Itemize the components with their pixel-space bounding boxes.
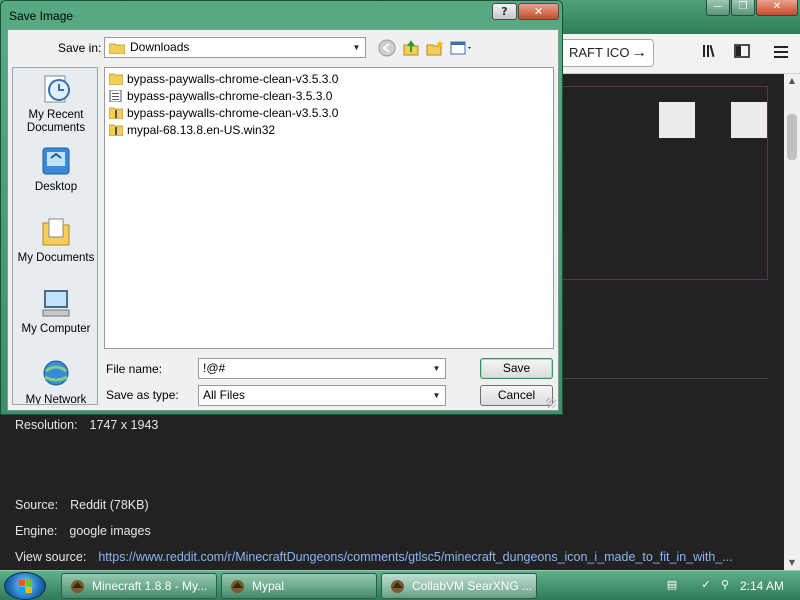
view-source-link[interactable]: https://www.reddit.com/r/MinecraftDungeo… <box>98 550 732 564</box>
file-name-value: !@# <box>203 361 226 375</box>
preview-block <box>731 102 767 138</box>
place-label: Desktop <box>34 181 78 193</box>
my-network-icon <box>43 360 69 386</box>
save-in-label: Save in: <box>58 41 102 55</box>
list-item[interactable]: mypal-68.13.8.en-US.win32 <box>109 122 275 138</box>
preview-block <box>659 102 695 138</box>
resolution-row: Resolution: 1747 x 1943 <box>15 418 158 432</box>
browser-close-button[interactable]: ✕ <box>756 0 798 16</box>
my-computer-icon <box>42 290 70 317</box>
file-name: mypal-68.13.8.en-US.win32 <box>127 123 276 137</box>
file-name-field[interactable]: !@# ▼ <box>198 358 446 379</box>
save-as-type-dropdown[interactable]: All Files ▼ <box>198 385 446 406</box>
library-icon[interactable] <box>699 42 721 64</box>
dialog-close-button[interactable]: ✕ <box>518 3 559 20</box>
file-name: bypass-paywalls-chrome-clean-v3.5.3.0 <box>127 106 339 120</box>
engine-label: Engine: <box>15 524 58 538</box>
scroll-down-icon[interactable]: ▼ <box>784 556 800 570</box>
engine-value: google images <box>69 524 151 538</box>
minimize-button[interactable]: — <box>706 0 730 16</box>
help-button[interactable]: ? <box>492 3 517 20</box>
list-item[interactable]: bypass-paywalls-chrome-clean-v3.5.3.0 <box>109 71 338 87</box>
scroll-up-icon[interactable]: ▲ <box>784 74 800 88</box>
chevron-down-icon[interactable]: ▼ <box>348 38 365 57</box>
browser-app-icon <box>231 580 244 593</box>
place-label: My Documents <box>17 252 95 264</box>
view-source-label: View source: <box>15 550 87 564</box>
maximize-button[interactable]: ❐ <box>731 0 755 16</box>
taskbar-item-collabvm[interactable]: CollabVM SearXNG ... <box>381 573 537 599</box>
zip-icon <box>109 107 123 119</box>
sidebar-icon[interactable] <box>731 42 753 64</box>
network-tray-icon[interactable]: ✓ <box>700 579 712 591</box>
desktop-icon <box>42 147 70 175</box>
task-label: CollabVM SearXNG ... <box>412 579 533 593</box>
places-bar: My Recent Documents Desktop My Documents… <box>12 67 98 405</box>
list-item[interactable]: bypass-paywalls-chrome-clean-v3.5.3.0 <box>109 105 338 121</box>
chevron-down-icon[interactable]: ▼ <box>428 359 445 378</box>
url-bar[interactable]: RAFT ICO → <box>560 39 654 67</box>
task-label: Mypal <box>252 579 285 593</box>
place-my-documents[interactable]: My Documents <box>13 215 97 265</box>
save-as-type-label: Save as type: <box>106 388 179 402</box>
engine-row: Engine: google images <box>15 524 151 538</box>
list-item[interactable]: bypass-paywalls-chrome-clean-3.5.3.0 <box>109 88 332 104</box>
cancel-button[interactable]: Cancel <box>480 385 553 406</box>
source-value: Reddit (78KB) <box>70 498 149 512</box>
place-label: My Computer <box>21 323 91 335</box>
search-tray-icon[interactable]: ⚲ <box>719 579 731 591</box>
file-name: bypass-paywalls-chrome-clean-3.5.3.0 <box>127 89 333 103</box>
recent-documents-icon <box>44 75 70 103</box>
place-recent-documents[interactable]: My Recent Documents <box>13 72 97 135</box>
my-documents-icon <box>42 218 70 246</box>
page-scrollbar[interactable]: ▲ ▼ <box>784 74 800 570</box>
resize-grip[interactable] <box>546 398 556 408</box>
dialog-body: Save in: Downloads ▼ My Recent Documents… <box>7 29 559 411</box>
folder-icon <box>109 73 123 85</box>
browser-app-icon <box>391 580 404 593</box>
save-in-value: Downloads <box>130 40 190 54</box>
start-button[interactable] <box>4 572 46 600</box>
place-label: My Recent Documents <box>26 109 86 134</box>
view-menu-icon[interactable] <box>450 39 474 57</box>
divider <box>562 378 768 379</box>
place-my-computer[interactable]: My Computer <box>13 286 97 336</box>
place-my-network[interactable]: My Network <box>13 357 97 405</box>
zip-icon <box>109 124 123 136</box>
save-button[interactable]: Save <box>480 358 553 379</box>
resolution-label: Resolution: <box>15 418 78 432</box>
url-text: RAFT ICO <box>569 45 630 60</box>
go-arrow-icon[interactable]: → <box>631 40 647 66</box>
place-desktop[interactable]: Desktop <box>13 144 97 194</box>
file-list[interactable]: bypass-paywalls-chrome-clean-v3.5.3.0 by… <box>104 67 554 349</box>
new-folder-icon[interactable] <box>426 39 444 57</box>
place-label: My Network <box>25 394 87 405</box>
save-as-type-value: All Files <box>203 388 246 402</box>
save-image-dialog: Save Image ? ✕ Save in: Downloads ▼ My R… <box>0 0 563 415</box>
scroll-thumb[interactable] <box>787 114 797 160</box>
windows-logo-icon <box>19 580 32 593</box>
keyboard-tray-icon[interactable]: ▤ <box>666 579 678 591</box>
back-icon[interactable] <box>378 39 396 57</box>
source-row: Source: Reddit (78KB) <box>15 498 149 512</box>
up-folder-icon[interactable] <box>402 39 420 57</box>
folder-icon <box>109 43 125 54</box>
menu-icon[interactable] <box>770 42 792 64</box>
taskbar: Minecraft 1.8.8 - My... Mypal CollabVM S… <box>0 570 800 600</box>
resolution-value: 1747 x 1943 <box>89 418 159 432</box>
file-name: bypass-paywalls-chrome-clean-v3.5.3.0 <box>127 72 339 86</box>
browser-app-icon <box>71 580 84 593</box>
file-icon <box>109 90 122 102</box>
taskbar-item-mypal[interactable]: Mypal <box>221 573 377 599</box>
dialog-title: Save Image <box>9 9 74 23</box>
file-name-label: File name: <box>106 362 163 376</box>
chevron-down-icon[interactable]: ▼ <box>428 386 445 405</box>
view-source-row: View source: https://www.reddit.com/r/Min… <box>15 550 733 564</box>
image-preview[interactable] <box>562 86 768 280</box>
source-label: Source: <box>15 498 59 512</box>
clock[interactable]: 2:14 AM <box>740 571 784 600</box>
save-in-dropdown[interactable]: Downloads ▼ <box>104 37 366 58</box>
taskbar-item-minecraft[interactable]: Minecraft 1.8.8 - My... <box>61 573 217 599</box>
task-label: Minecraft 1.8.8 - My... <box>92 579 208 593</box>
